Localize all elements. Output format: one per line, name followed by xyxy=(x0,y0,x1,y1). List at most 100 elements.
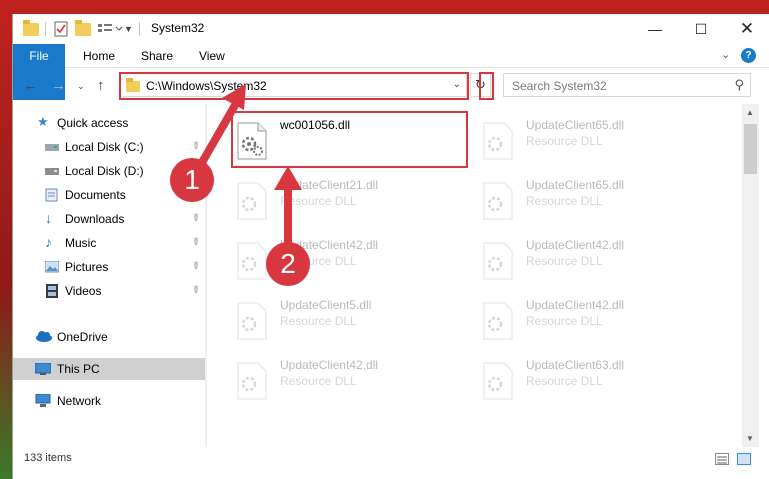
cloud-icon xyxy=(35,330,52,342)
back-button[interactable]: ← xyxy=(23,77,38,94)
chevron-down-icon[interactable]: ▼ xyxy=(124,20,133,38)
pin-icon: ✎ xyxy=(188,235,203,250)
search-input[interactable]: Search System32 xyxy=(512,79,607,93)
drive-icon xyxy=(45,165,59,177)
download-icon: ↓ xyxy=(45,210,52,226)
pin-icon: ✎ xyxy=(188,139,203,154)
star-icon: ★ xyxy=(37,114,49,129)
details-view-icon[interactable] xyxy=(715,453,729,465)
dll-file-icon xyxy=(483,122,513,160)
item-count: 133 items xyxy=(24,452,72,464)
videos-icon xyxy=(45,284,59,298)
scroll-up-icon[interactable]: ▲ xyxy=(746,108,754,117)
title-bar: ▼ System32 — ☐ ✕ xyxy=(13,14,769,44)
search-box[interactable]: Search System32 ⚲ xyxy=(503,73,751,97)
step-1-badge: 1 xyxy=(170,158,214,202)
recent-locations-button[interactable]: ⌄ xyxy=(77,81,85,92)
file-name: UpdateClient65.dll xyxy=(526,178,625,192)
dll-file-icon xyxy=(237,362,267,400)
file-item[interactable]: UpdateClient63.dll Resource DLL xyxy=(474,356,704,412)
minimize-button[interactable]: — xyxy=(632,14,678,44)
sidebar-item-local-disk-c[interactable]: Local Disk (C:) ✎ xyxy=(13,136,205,158)
tab-share[interactable]: Share xyxy=(129,44,185,68)
status-bar: 133 items xyxy=(13,447,769,479)
file-name: UpdateClient42.dll xyxy=(280,358,379,372)
sidebar-item-label: OneDrive xyxy=(57,330,108,344)
file-type: Resource DLL xyxy=(526,254,603,268)
file-item[interactable]: UpdateClient42.dll Resource DLL xyxy=(228,356,458,412)
sidebar-item-label: This PC xyxy=(57,362,100,376)
up-button[interactable]: ↑ xyxy=(97,77,105,94)
help-icon[interactable]: ? xyxy=(741,48,756,63)
close-button[interactable]: ✕ xyxy=(724,14,769,44)
file-item[interactable]: UpdateClient5.dll Resource DLL xyxy=(228,296,458,352)
separator xyxy=(139,20,140,38)
dll-file-icon xyxy=(483,182,513,220)
sidebar-item-downloads[interactable]: ↓ Downloads ✎ xyxy=(13,208,205,230)
sidebar-item-label: Videos xyxy=(65,284,102,298)
pin-icon: ✎ xyxy=(188,259,203,274)
tab-view[interactable]: View xyxy=(187,44,237,68)
sidebar-item-onedrive[interactable]: OneDrive xyxy=(13,326,205,348)
file-type: Resource DLL xyxy=(526,194,603,208)
address-bar-highlight xyxy=(119,72,469,100)
file-name: UpdateClient42.dll xyxy=(526,238,625,252)
separator xyxy=(45,20,46,38)
sidebar-item-label: Pictures xyxy=(65,260,109,274)
dll-file-icon xyxy=(237,302,267,340)
tab-home[interactable]: Home xyxy=(71,44,127,68)
sidebar-item-quick-access[interactable]: ★ Quick access xyxy=(13,112,205,134)
properties-icon[interactable] xyxy=(53,20,69,38)
maximize-button[interactable]: ☐ xyxy=(678,14,724,44)
window-title: System32 xyxy=(151,21,205,35)
drive-icon xyxy=(45,141,59,153)
file-type: Resource DLL xyxy=(526,374,603,388)
sidebar-item-network[interactable]: Network xyxy=(13,390,205,412)
sidebar-item-videos[interactable]: Videos ✎ xyxy=(13,280,205,302)
sidebar-item-label: Documents xyxy=(65,188,126,202)
file-item[interactable]: UpdateClient65.dll Resource DLL xyxy=(474,116,704,172)
file-type: Resource DLL xyxy=(526,134,603,148)
sidebar-scrollbar[interactable] xyxy=(205,104,207,447)
file-name: UpdateClient65.dll xyxy=(526,118,625,132)
expand-ribbon-icon[interactable]: ⌄ xyxy=(721,48,730,61)
navigation-pane: ★ Quick access Local Disk (C:) ✎ Local D… xyxy=(13,104,207,447)
step-2-badge: 2 xyxy=(266,242,310,286)
computer-icon xyxy=(34,362,52,375)
scroll-down-icon[interactable]: ▼ xyxy=(746,434,754,443)
file-type: Resource DLL xyxy=(280,374,357,388)
file-type: Resource DLL xyxy=(280,194,357,208)
forward-button[interactable]: → xyxy=(51,77,66,94)
network-icon xyxy=(35,393,51,407)
scrollbar-thumb[interactable] xyxy=(744,124,757,174)
dll-file-icon xyxy=(483,242,513,280)
sidebar-item-this-pc[interactable]: This PC xyxy=(13,358,205,380)
sidebar-item-label: Downloads xyxy=(65,212,125,226)
file-item[interactable]: UpdateClient42.dll Resource DLL xyxy=(474,236,704,292)
pin-icon: ✎ xyxy=(188,211,203,226)
file-item[interactable]: UpdateClient65.dll Resource DLL xyxy=(474,176,704,232)
new-folder-icon[interactable] xyxy=(75,19,91,38)
file-item[interactable]: UpdateClient42.dll Resource DLL xyxy=(474,296,704,352)
explorer-window: ▼ System32 — ☐ ✕ File Home Share View ⌄ … xyxy=(12,14,769,479)
large-icons-view-icon[interactable] xyxy=(737,453,751,465)
file-name: UpdateClient42.dll xyxy=(526,298,625,312)
folder-icon xyxy=(23,19,39,38)
dll-file-icon xyxy=(483,302,513,340)
sidebar-item-label: Local Disk (C:) xyxy=(65,140,144,154)
vertical-scrollbar[interactable]: ▲ ▼ xyxy=(742,104,759,447)
pin-icon: ✎ xyxy=(188,283,203,298)
pictures-icon xyxy=(44,260,60,273)
sidebar-item-label: Network xyxy=(57,394,102,408)
file-item[interactable]: UpdateClient42.dll Resource DLL xyxy=(228,236,458,292)
file-type: Resource DLL xyxy=(526,314,603,328)
sidebar-item-music[interactable]: ♪ Music ✎ xyxy=(13,232,205,254)
refresh-highlight xyxy=(479,72,494,100)
file-item[interactable]: UpdateClient21.dll Resource DLL xyxy=(228,176,458,232)
file-name: UpdateClient63.dll xyxy=(526,358,625,372)
file-name: UpdateClient21.dll xyxy=(280,178,379,192)
customize-toolbar-icon[interactable] xyxy=(97,20,123,38)
dll-file-icon xyxy=(237,182,267,220)
sidebar-item-pictures[interactable]: Pictures ✎ xyxy=(13,256,205,278)
file-type: Resource DLL xyxy=(280,314,357,328)
